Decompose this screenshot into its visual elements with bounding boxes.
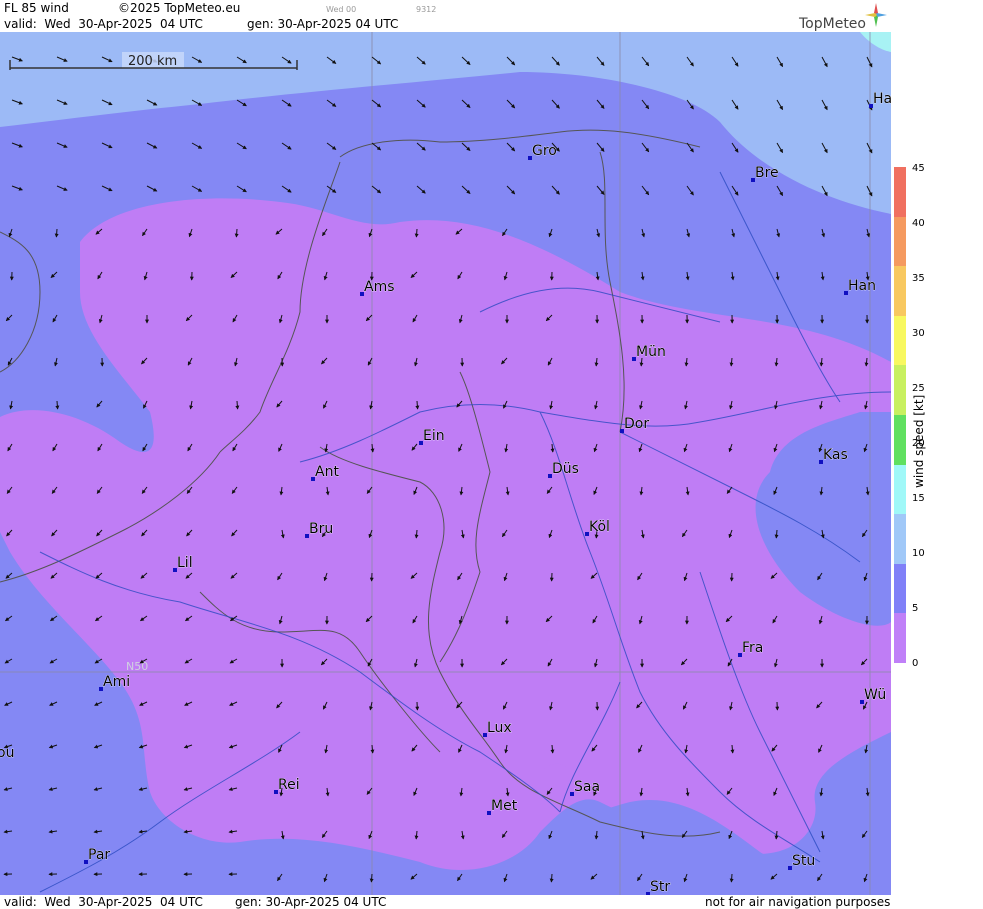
graticule-label: N50	[126, 660, 148, 673]
product-title: FL 85 wind	[4, 1, 69, 15]
compass-logo-icon	[865, 3, 887, 27]
valid-time: valid: Wed 30-Apr-2025 04 UTC	[4, 17, 203, 31]
wind-arrow	[370, 744, 375, 754]
generated-time: gen: 30-Apr-2025 04 UTC	[247, 17, 399, 31]
city-label: Str	[650, 879, 670, 895]
city-label: Ami	[103, 674, 130, 690]
city-label: Bre	[755, 165, 779, 181]
wind-arrow	[729, 873, 734, 883]
legend-color-swatch	[894, 266, 906, 316]
legend-color-swatch	[894, 613, 906, 663]
legend-color-swatch	[894, 563, 906, 614]
wind-arrow	[414, 529, 419, 539]
legend-color-swatch	[894, 464, 906, 515]
legend-color-swatch	[894, 365, 906, 415]
wind-arrow	[415, 400, 420, 410]
legend-tick-label: 45	[912, 163, 925, 174]
wind-arrow	[730, 744, 735, 754]
city-label: Par	[88, 847, 110, 863]
legend-tick-label: 35	[912, 273, 925, 284]
day-code: Wed 00	[326, 5, 357, 14]
legend-tick-label: 40	[912, 218, 925, 229]
wind-arrow	[55, 400, 60, 410]
city-label: Met	[491, 798, 518, 814]
city-label: Kas	[823, 447, 848, 463]
city-label: Stu	[792, 853, 815, 869]
footer-valid-time: valid: Wed 30-Apr-2025 04 UTC	[4, 895, 203, 909]
scale-bar-label: 200 km	[128, 54, 177, 69]
legend-tick-label: 25	[912, 383, 925, 394]
footer-generated-time: gen: 30-Apr-2025 04 UTC	[235, 895, 387, 909]
legend-color-swatch	[894, 514, 906, 564]
legend-tick-label: 0	[912, 658, 919, 669]
city-label: Dor	[624, 416, 649, 432]
legend-title: wind speed [kt]	[912, 394, 926, 488]
city-label: Lux	[487, 720, 512, 736]
wind-speed-color-scale	[894, 167, 906, 663]
wind-arrow	[54, 228, 59, 238]
city-label: Lil	[177, 555, 193, 571]
city-label: Rei	[278, 777, 300, 793]
wind-arrow	[414, 228, 419, 238]
legend-color-swatch	[894, 414, 906, 465]
city-label: Düs	[552, 461, 579, 477]
city-label: Köl	[589, 519, 610, 535]
city-label: Fra	[742, 640, 763, 656]
wind-arrow	[234, 228, 239, 238]
legend-tick-label: 5	[912, 603, 919, 614]
wind-arrow	[369, 873, 374, 883]
city-label: Bru	[309, 521, 333, 537]
legend-color-swatch	[894, 315, 906, 366]
wind-arrow	[774, 529, 779, 539]
city-label: Gro	[532, 143, 557, 159]
legend-tick-label: 10	[912, 548, 925, 559]
wind-arrow	[235, 400, 240, 410]
disclaimer: not for air navigation purposes	[705, 895, 891, 909]
legend-color-swatch	[894, 216, 906, 267]
city-label: Ha	[873, 91, 891, 107]
product-code: 9312	[416, 5, 437, 14]
city-label: Ams	[364, 279, 395, 295]
city-label: Wü	[864, 687, 886, 703]
logo-text: TopMeteo	[799, 16, 866, 32]
city-label: Saa	[574, 779, 600, 795]
legend-color-swatch	[894, 167, 906, 217]
city-label: Ant	[315, 464, 339, 480]
legend-tick-label: 30	[912, 328, 925, 339]
wind-arrow	[549, 873, 554, 883]
city-label: Ein	[423, 428, 445, 444]
wind-map[interactable]: N50 200 km Ha Gro Bre Ams Han Mün Dor Ein Kas Ant…	[0, 32, 891, 895]
city-label: Mün	[636, 344, 666, 360]
copyright: ©2025 TopMeteo.eu	[118, 1, 241, 15]
city-label: ou	[0, 745, 14, 761]
city-label: Han	[848, 278, 876, 294]
wind-arrow	[550, 744, 555, 754]
legend-tick-label: 15	[912, 493, 925, 504]
